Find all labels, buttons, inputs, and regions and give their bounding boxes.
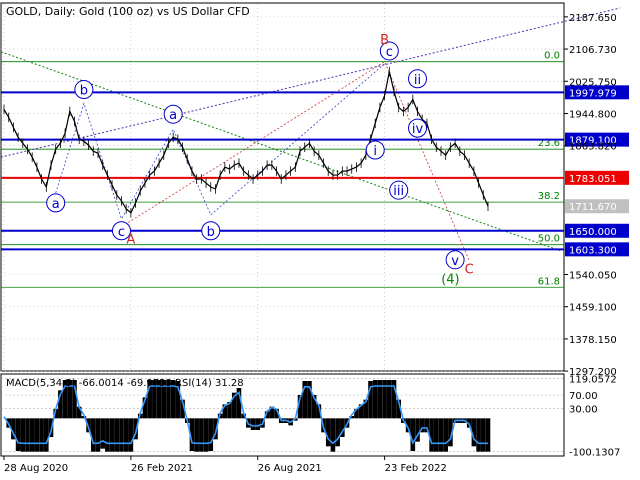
macd-histogram-bar — [90, 418, 96, 452]
wave-label: c — [118, 225, 125, 240]
level-price-label: 1997.979 — [569, 88, 617, 99]
macd-histogram-bar — [95, 418, 101, 452]
price-tick-label: 2187.650 — [569, 13, 617, 24]
macd-histogram-bar — [25, 418, 30, 452]
price-tick-label: 1540.050 — [569, 271, 617, 282]
time-tick-label: 28 Aug 2020 — [4, 463, 68, 474]
indicator-tick-label: 70.00 — [569, 391, 598, 402]
wave-label: A — [126, 233, 135, 248]
macd-histogram-bar — [330, 418, 336, 452]
time-tick-label: 26 Aug 2021 — [258, 463, 322, 474]
wave-label: iv — [412, 122, 424, 137]
macd-histogram-bar — [100, 418, 105, 449]
macd-histogram-bar — [208, 418, 214, 451]
wave-label: B — [380, 33, 389, 48]
macd-histogram-bar — [203, 418, 209, 452]
macd-histogram-bar — [20, 418, 26, 452]
price-tick-label: 1944.800 — [569, 109, 617, 120]
time-tick-label: 23 Feb 2022 — [385, 463, 447, 474]
wave-label: iii — [393, 184, 404, 199]
indicator-tick-label: 119.0572 — [569, 375, 617, 386]
macd-histogram-bar — [481, 418, 486, 452]
macd-histogram-bar — [485, 418, 491, 452]
macd-histogram-bar — [335, 418, 340, 447]
price-tick-label: 1378.150 — [569, 335, 617, 346]
price-tick-label: 1863.820 — [569, 142, 617, 153]
fib-level-label: 38.2 — [538, 191, 560, 202]
macd-histogram-bar — [109, 418, 115, 452]
wave-label: v — [451, 254, 459, 269]
macd-histogram-bar — [39, 418, 44, 452]
indicator-tick-label: -100.1307 — [569, 448, 620, 459]
macd-histogram-bar — [476, 418, 481, 452]
macd-histogram-bar — [29, 418, 35, 452]
chart-header: GOLD, Daily: Gold (100 oz) vs US Dollar … — [6, 5, 250, 18]
macd-histogram-bar — [119, 418, 124, 452]
current-price-label: 1711.670 — [569, 202, 617, 213]
wave-label: a — [52, 197, 60, 212]
macd-histogram-bar — [43, 418, 49, 452]
gold-daily-chart: GOLD, Daily: Gold (100 oz) vs US Dollar … — [0, 0, 640, 480]
macd-histogram-bar — [114, 418, 120, 452]
price-tick-label: 1459.100 — [569, 303, 617, 314]
macd-histogram-bar — [128, 418, 134, 452]
wave-label: a — [169, 108, 177, 123]
macd-histogram-bar — [105, 418, 110, 452]
macd-histogram-bar — [199, 418, 204, 452]
indicator-tick-label: 30.00 — [569, 404, 598, 415]
macd-histogram-bar — [410, 418, 416, 451]
macd-histogram-bar — [434, 418, 439, 452]
macd-histogram-bar — [438, 418, 444, 452]
fib-level-label: 61.8 — [538, 276, 560, 287]
fib-level-label: 50.0 — [538, 234, 560, 245]
wave-label: ii — [414, 73, 421, 88]
level-price-label: 1650.000 — [569, 227, 617, 238]
indicator-label: MACD(5,34,5) -66.0014 -69.9753 RSI(14) 3… — [6, 378, 244, 389]
macd-histogram-bar — [429, 418, 434, 452]
macd-histogram-bar — [250, 418, 256, 430]
macd-histogram-bar — [194, 418, 199, 452]
macd-histogram-bar — [325, 418, 331, 447]
macd-histogram-bar — [443, 418, 449, 452]
wave-label: b — [207, 225, 215, 240]
macd-histogram-bar — [123, 418, 129, 452]
fib-level-label: 0.0 — [544, 51, 560, 62]
price-tick-label: 2025.750 — [569, 77, 617, 88]
wave-label: C — [465, 263, 474, 278]
time-tick-label: 26 Feb 2021 — [131, 463, 193, 474]
macd-histogram-bar — [255, 418, 261, 430]
wave-label: i — [373, 144, 377, 159]
wave-label: (4) — [441, 273, 459, 288]
macd-histogram-bar — [15, 418, 21, 451]
level-price-label: 1783.051 — [569, 174, 617, 185]
price-tick-label: 2106.730 — [569, 45, 617, 56]
level-price-label: 1603.300 — [569, 245, 617, 256]
macd-histogram-bar — [34, 418, 40, 452]
wave-label: b — [80, 84, 88, 99]
